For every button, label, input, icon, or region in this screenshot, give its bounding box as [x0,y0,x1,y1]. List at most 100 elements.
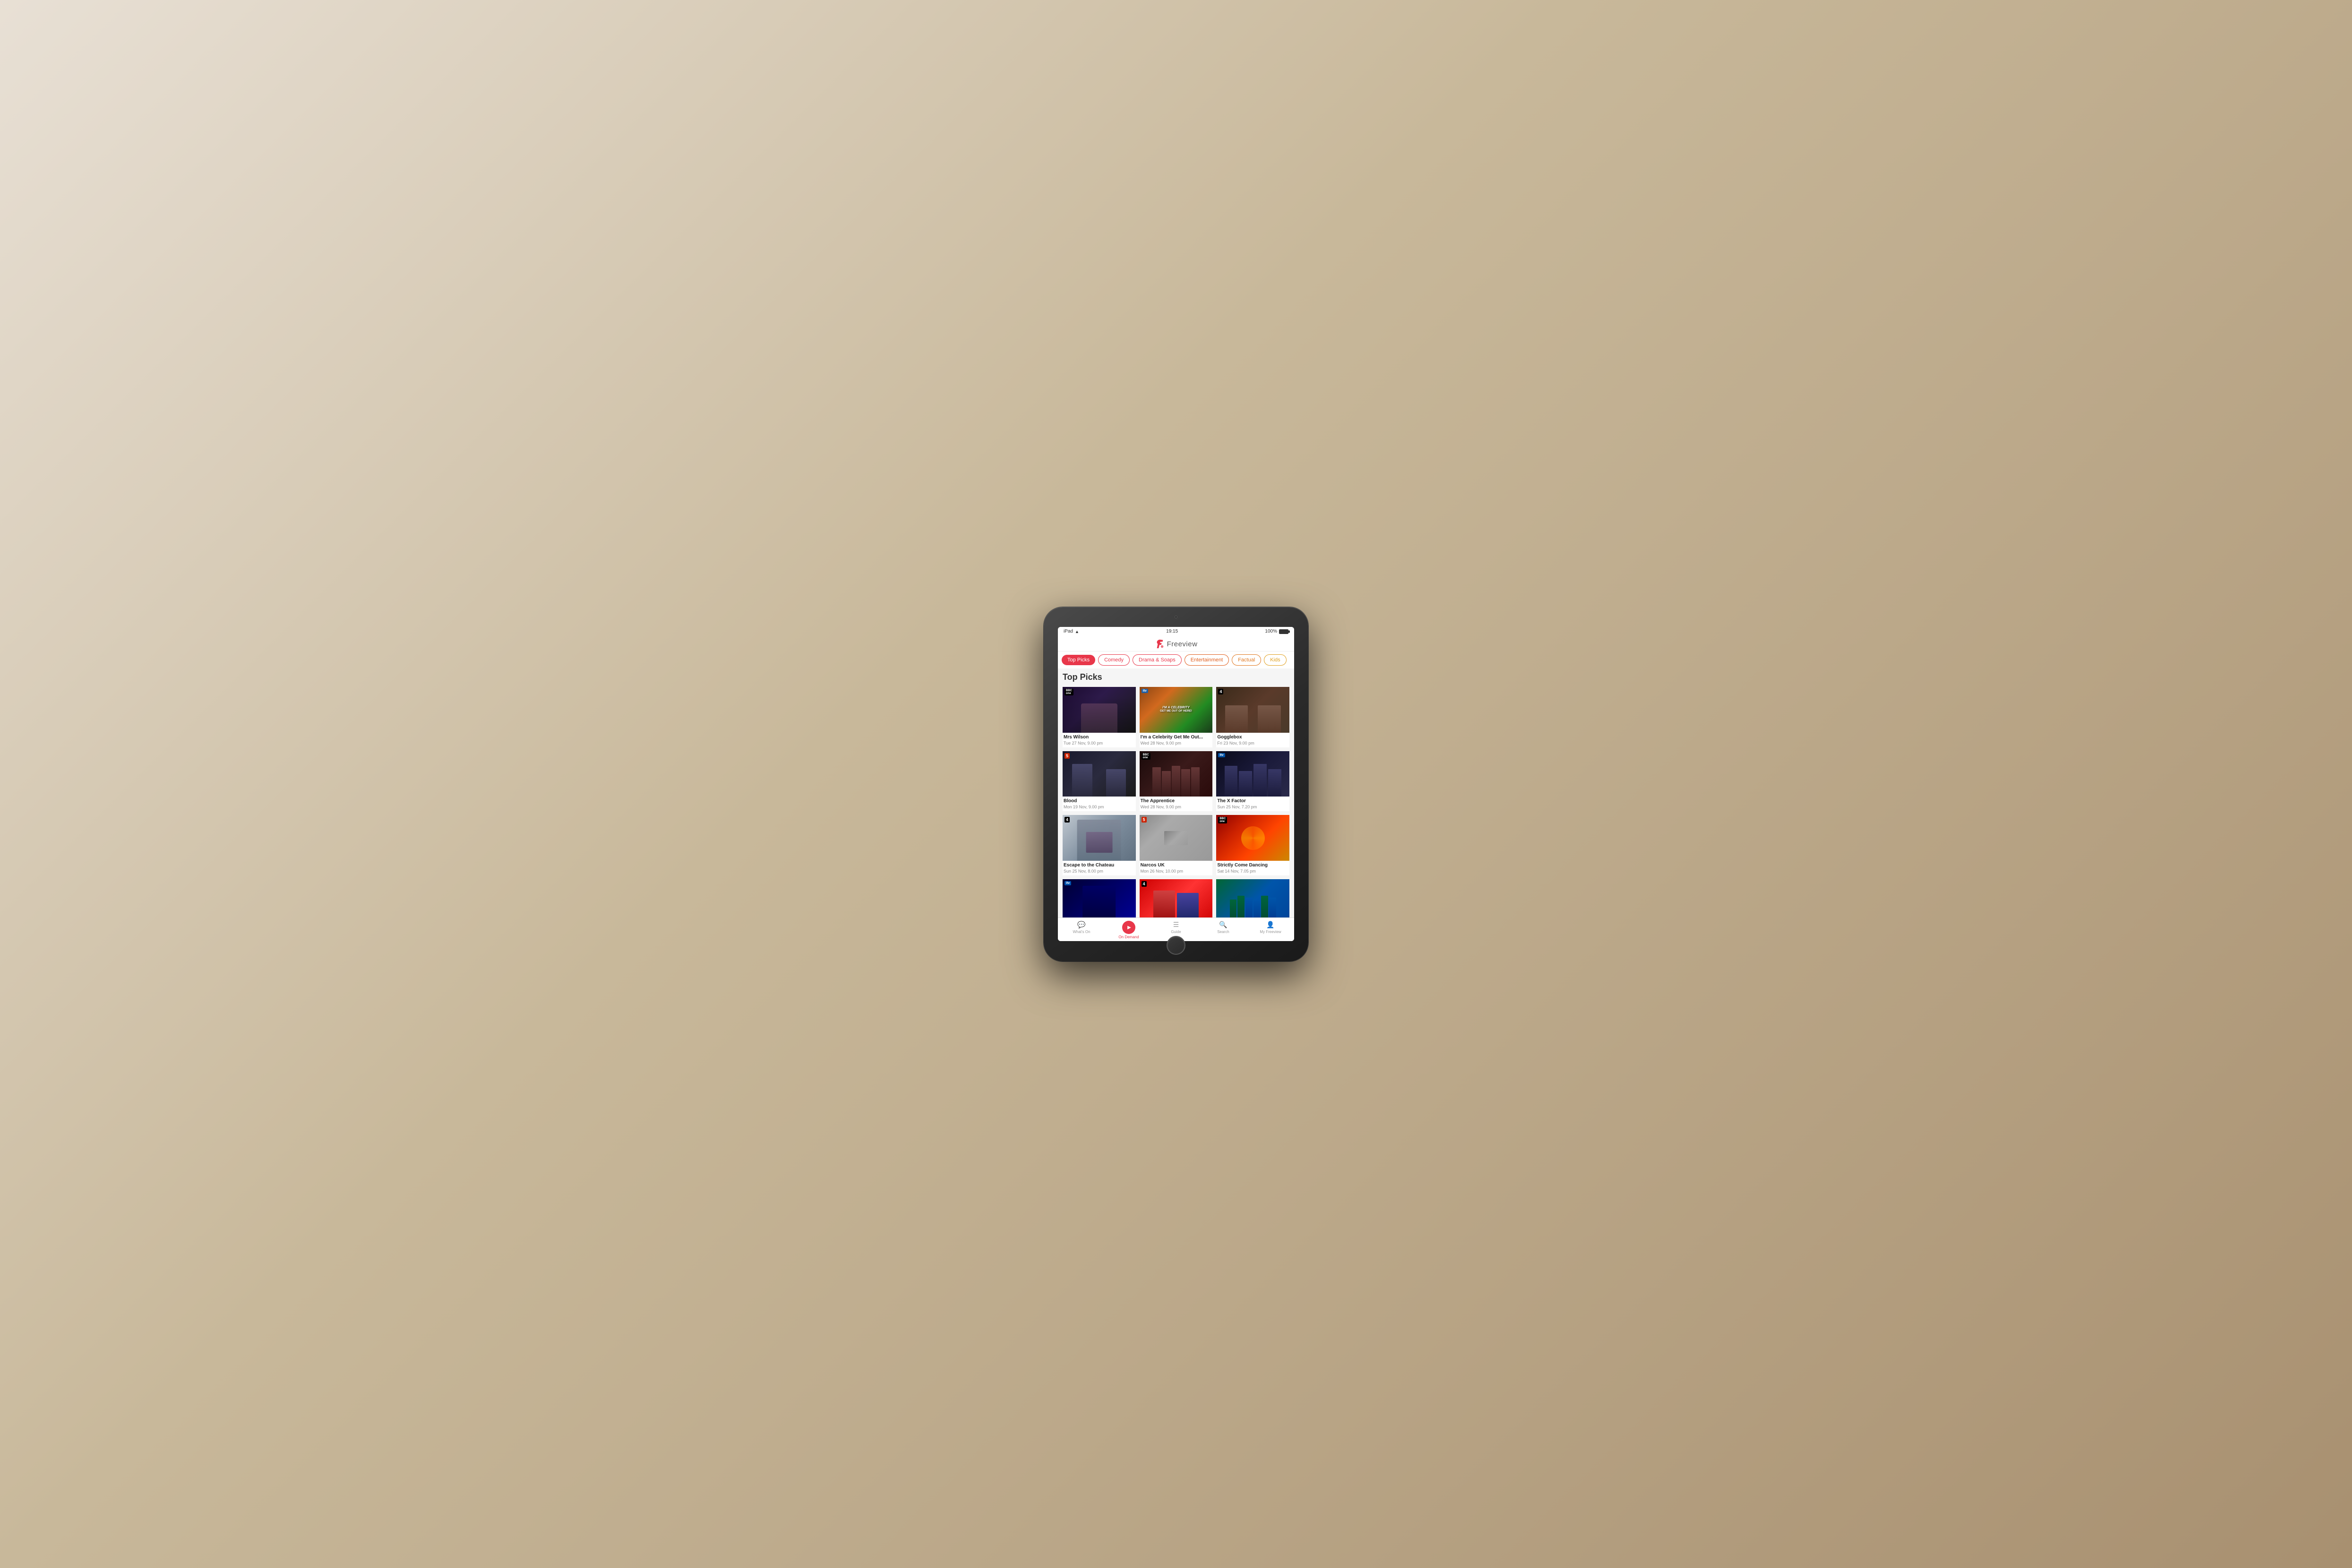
category-tabs: Top Picks Comedy Drama & Soaps Entertain… [1058,651,1294,668]
nav-whats-on[interactable]: 💬 What's On [1058,921,1105,939]
channel-logo: BBCone [1064,689,1073,695]
on-demand-button[interactable]: ▶ [1122,921,1135,934]
show-thumbnail: itv [1216,751,1289,797]
list-item[interactable]: 5 Blood Mon 19 Nov, 9.00 pm [1063,751,1136,812]
show-title: The Apprentice [1141,798,1212,804]
search-icon: 🔍 [1219,921,1227,929]
show-date: Sun 25 Nov, 8.00 pm [1064,869,1135,874]
wifi-icon: ▲ [1075,629,1079,634]
list-item[interactable]: itv The X Factor Sun 25 Nov, 7.20 pm [1216,751,1289,812]
nav-my-freeview[interactable]: 👤 My Freeview [1247,921,1294,939]
guide-icon: ☰ [1173,921,1179,929]
whats-on-icon: 💬 [1077,921,1085,929]
show-thumbnail: 4 [1140,879,1213,917]
battery-icon [1279,629,1288,634]
show-thumbnail: itv I'M A CELEBRITY GET ME OUT OF HERE! [1140,687,1213,733]
show-title: Mrs Wilson [1064,735,1135,740]
show-info: The X Factor Sun 25 Nov, 7.20 pm [1216,797,1289,811]
show-title: Blood [1064,798,1135,804]
list-item[interactable]: 4 First Dates Mon 26 Nov, 10.00 pm [1140,879,1213,917]
list-item[interactable]: Rugby Highlights Mon 26 Nov, 7.00 pm [1216,879,1289,917]
guide-label: Guide [1171,930,1181,934]
show-date: Mon 26 Nov, 10.00 pm [1141,869,1212,874]
on-demand-label: On Demand [1118,935,1139,939]
list-item[interactable]: itv I'M A CELEBRITY GET ME OUT OF HERE! … [1140,687,1213,747]
channel-logo: 5 [1064,753,1070,759]
content-area[interactable]: Top Picks BBCone Mrs Wilson Tue 27 Nov, [1058,668,1294,917]
show-info: I'm a Celebrity Get Me Out... Wed 28 Nov… [1140,733,1213,747]
list-item[interactable]: 5 Narcos UK Mon 26 Nov, 10.00 pm [1140,815,1213,875]
ipad-device: iPad ▲ 19:15 100% Fre [1044,607,1308,961]
show-title: I'm a Celebrity Get Me Out... [1141,735,1212,740]
channel-logo: itv [1218,753,1225,757]
show-thumbnail: 5 [1063,751,1136,797]
show-date: Wed 28 Nov, 9.00 pm [1141,741,1212,745]
tab-comedy[interactable]: Comedy [1098,654,1130,666]
status-time: 19:15 [1166,629,1178,634]
show-thumbnail: 5 [1140,815,1213,861]
app-header: Freeview [1058,636,1294,651]
home-button[interactable] [1167,936,1185,955]
tab-factual[interactable]: Factual [1232,654,1261,666]
scene: iPad ▲ 19:15 100% Fre [1015,572,1337,997]
show-info: Blood Mon 19 Nov, 9.00 pm [1063,797,1136,811]
show-date: Tue 27 Nov, 9.00 pm [1064,741,1135,745]
show-date: Sat 14 Nov, 7.05 pm [1217,869,1288,874]
ipad-screen: iPad ▲ 19:15 100% Fre [1058,627,1294,941]
show-info: The Apprentice Wed 28 Nov, 9.00 pm [1140,797,1213,811]
tab-drama-soaps[interactable]: Drama & Soaps [1133,654,1182,666]
show-title: The X Factor [1217,798,1288,804]
on-demand-icon: ▶ [1127,925,1131,930]
channel-logo: itv [1064,881,1071,885]
nav-on-demand[interactable]: ▶ On Demand [1105,921,1152,939]
show-thumbnail: BBCone [1216,815,1289,861]
device-label: iPad [1064,629,1073,634]
show-thumbnail [1216,879,1289,917]
show-thumbnail: itv [1063,879,1136,917]
tab-top-picks[interactable]: Top Picks [1062,655,1095,665]
list-item[interactable]: BBCone Strictly Come Dancing Sat 14 Nov,… [1216,815,1289,875]
channel-logo: itv [1142,689,1148,693]
show-info: Mrs Wilson Tue 27 Nov, 9.00 pm [1063,733,1136,747]
shows-grid: BBCone Mrs Wilson Tue 27 Nov, 9.00 pm [1063,687,1289,917]
show-title: Strictly Come Dancing [1217,863,1288,868]
status-right: 100% [1265,629,1288,634]
profile-icon: 👤 [1266,921,1274,929]
channel-logo: 4 [1064,817,1070,823]
show-info: Gogglebox Fri 23 Nov, 9.00 pm [1216,733,1289,747]
show-info: Strictly Come Dancing Sat 14 Nov, 7.05 p… [1216,861,1289,875]
list-item[interactable]: BBCone The Apprentice Wed 28 No [1140,751,1213,812]
app-name: Freeview [1167,640,1198,648]
nav-search[interactable]: 🔍 Search [1200,921,1247,939]
tab-entertainment[interactable]: Entertainment [1185,654,1229,666]
channel-logo: 4 [1218,689,1223,694]
show-thumbnail: BBCone [1063,687,1136,733]
show-title: Escape to the Chateau [1064,863,1135,868]
show-info: Narcos UK Mon 26 Nov, 10.00 pm [1140,861,1213,875]
camera-dot [1175,616,1177,618]
freeview-logo: Freeview [1155,639,1198,649]
search-label: Search [1217,930,1229,934]
tab-kids[interactable]: Kids [1264,654,1286,666]
list-item[interactable]: itv The Chase Tue 27 Nov, 5.00 pm [1063,879,1136,917]
show-thumbnail: BBCone [1140,751,1213,797]
freeview-logo-icon [1155,639,1165,649]
battery-percent: 100% [1265,629,1277,634]
show-thumbnail: 4 [1216,687,1289,733]
list-item[interactable]: BBCone Mrs Wilson Tue 27 Nov, 9.00 pm [1063,687,1136,747]
show-thumbnail: 4 [1063,815,1136,861]
show-date: Sun 25 Nov, 7.20 pm [1217,805,1288,809]
channel-logo: 5 [1142,817,1147,823]
section-title: Top Picks [1063,672,1289,682]
battery-fill [1279,630,1288,634]
show-date: Wed 28 Nov, 9.00 pm [1141,805,1212,809]
list-item[interactable]: 4 Gogglebox Fri 23 Nov, 9.00 pm [1216,687,1289,747]
show-date: Fri 23 Nov, 9.00 pm [1217,741,1288,745]
list-item[interactable]: 4 Escape to the Chateau Sun 25 Nov, 8.00… [1063,815,1136,875]
status-bar: iPad ▲ 19:15 100% [1058,627,1294,636]
show-date: Mon 19 Nov, 9.00 pm [1064,805,1135,809]
show-title: Gogglebox [1217,735,1288,740]
show-title: Narcos UK [1141,863,1212,868]
channel-logo: BBCone [1142,753,1150,760]
whats-on-label: What's On [1073,930,1090,934]
